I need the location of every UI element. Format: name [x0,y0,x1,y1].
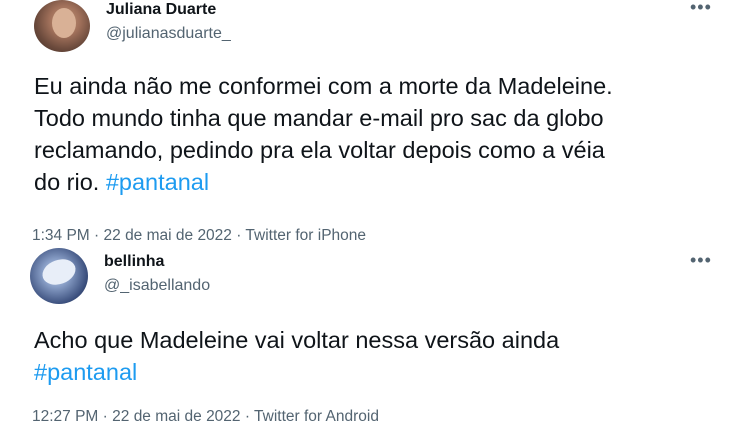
source-label: Twitter for Android [254,408,379,425]
tweet-card: bellinha @_isabellando ••• Acho que Made… [0,248,750,430]
tweet-text-line: #pantanal [34,356,559,388]
meta-separator: · [240,408,255,425]
tweet-text-line: reclamando, pedindo pra ela voltar depoi… [34,137,605,163]
tweet-metadata: 1:34 PM · 22 de mai de 2022 · Twitter fo… [32,227,366,245]
avatar[interactable] [30,248,88,304]
display-name[interactable]: bellinha [104,253,164,271]
avatar[interactable] [34,0,90,52]
meta-separator: · [98,408,113,425]
timestamp-link[interactable]: 1:34 PM [32,227,90,244]
date-link[interactable]: 22 de mai de 2022 [104,227,232,244]
more-dots-icon[interactable]: ••• [690,251,712,269]
meta-separator: · [231,227,246,244]
tweet-card: Juliana Duarte @julianasduarte_ ••• Eu a… [0,0,750,252]
display-name[interactable]: Juliana Duarte [106,1,216,19]
tweet-text-line: Acho que Madeleine vai voltar nessa vers… [34,327,560,353]
tweet-text: Acho que Madeleine vai voltar nessa vers… [34,324,559,388]
tweet-text-line: Todo mundo tinha que mandar e-mail pro s… [34,105,604,131]
tweet-text-fragment: do rio. [34,169,106,195]
meta-separator: · [89,227,104,244]
tweet-metadata: 12:27 PM · 22 de mai de 2022 · Twitter f… [32,408,379,426]
tweet-text: Eu ainda não me conformei com a morte da… [34,70,613,198]
user-handle[interactable]: @julianasduarte_ [106,25,231,43]
avatar-face [52,8,76,38]
timestamp-link[interactable]: 12:27 PM [32,408,98,425]
tweet-text-line: Eu ainda não me conformei com a morte da… [34,73,613,99]
tweet-text-line: do rio. #pantanal [34,166,613,198]
more-dots-icon[interactable]: ••• [690,0,712,16]
hashtag-link[interactable]: #pantanal [106,169,209,195]
avatar-face [38,254,80,290]
user-handle[interactable]: @_isabellando [104,277,210,295]
hashtag-link[interactable]: #pantanal [34,359,137,385]
source-label: Twitter for iPhone [245,227,367,244]
date-link[interactable]: 22 de mai de 2022 [112,408,240,425]
